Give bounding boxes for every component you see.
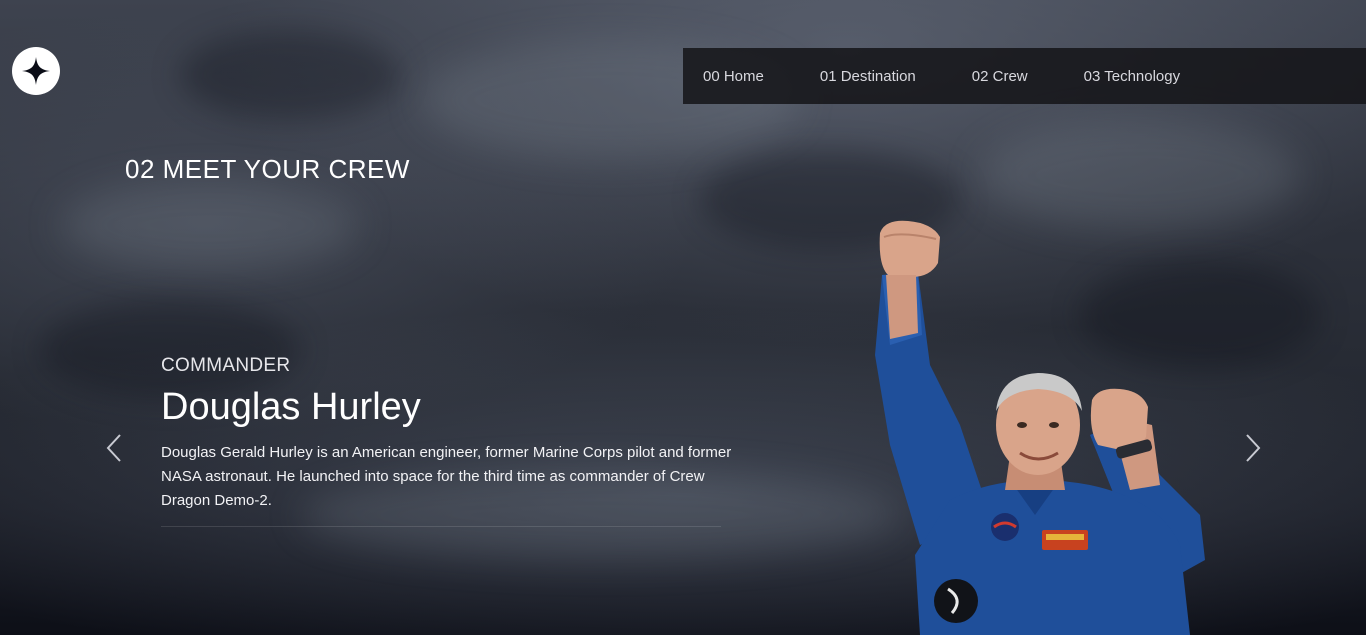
page-title: 02 MEET YOUR CREW bbox=[125, 154, 410, 184]
crew-role: COMMANDER bbox=[161, 355, 291, 376]
nav-item-technology[interactable]: 03 Technology bbox=[1084, 68, 1180, 85]
background-shadow bbox=[180, 30, 400, 120]
nav-item-home[interactable]: 00 Home bbox=[703, 68, 764, 85]
crew-name: Douglas Hurley bbox=[161, 386, 421, 428]
star-logo-icon bbox=[22, 57, 50, 85]
main-navigation: 00 Home 01 Destination 02 Crew 03 Techno… bbox=[683, 48, 1366, 104]
chevron-right-icon bbox=[1246, 434, 1261, 462]
background-cloud bbox=[980, 120, 1300, 230]
crew-portrait bbox=[875, 220, 1205, 635]
chevron-left-icon bbox=[106, 434, 121, 462]
divider bbox=[161, 526, 721, 527]
background-cloud bbox=[60, 180, 360, 270]
nav-item-crew[interactable]: 02 Crew bbox=[972, 68, 1028, 85]
next-crew-button[interactable] bbox=[1238, 430, 1268, 466]
previous-crew-button[interactable] bbox=[99, 430, 129, 466]
nav-item-destination[interactable]: 01 Destination bbox=[820, 68, 916, 85]
background-shadow bbox=[40, 300, 300, 400]
crew-page: 00 Home 01 Destination 02 Crew 03 Techno… bbox=[0, 0, 1366, 635]
site-logo[interactable] bbox=[12, 47, 60, 95]
crew-bio: Douglas Gerald Hurley is an American eng… bbox=[161, 444, 732, 509]
